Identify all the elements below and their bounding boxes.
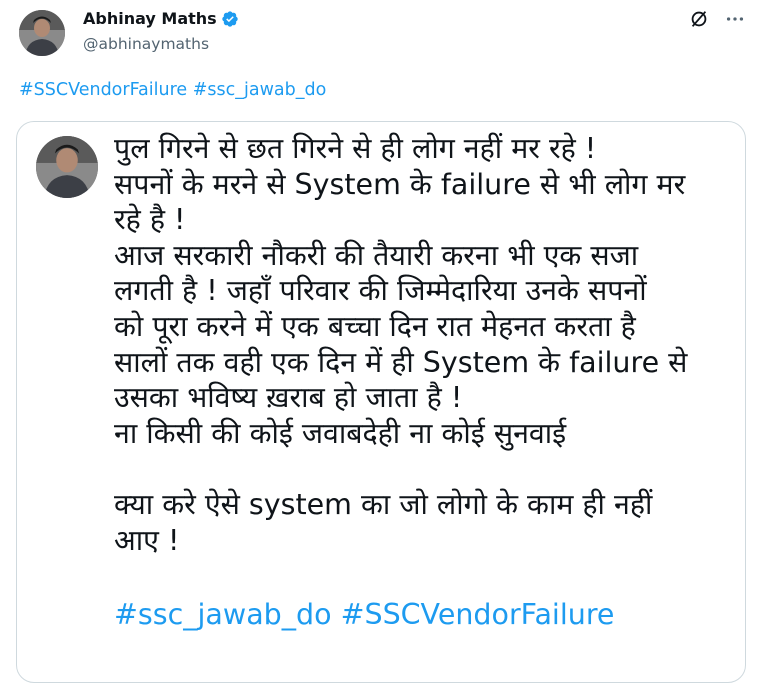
quoted-post-hashtags: #ssc_jawab_do #SSCVendorFailure bbox=[114, 597, 614, 633]
avatar-image bbox=[19, 10, 65, 56]
author-avatar[interactable] bbox=[19, 10, 65, 56]
quote-line: क्या करे ऐसे system का जो लोगो के काम ही… bbox=[114, 487, 653, 521]
hashtag-link[interactable]: #ssc_jawab_do bbox=[114, 598, 332, 631]
grok-icon[interactable] bbox=[688, 8, 710, 30]
avatar-image bbox=[36, 136, 98, 198]
quote-line: पुल गिरने से छत गिरने से ही लोग नहीं मर … bbox=[114, 132, 597, 165]
quoted-author-avatar[interactable] bbox=[36, 136, 98, 198]
hashtag-link[interactable]: #SSCVendorFailure bbox=[341, 598, 615, 631]
hashtag-link[interactable]: #ssc_jawab_do bbox=[193, 80, 327, 100]
quote-line: उसका भविष्य ख़राब हो जाता है ! bbox=[114, 381, 463, 415]
quote-line: रहे है ! bbox=[114, 203, 186, 237]
post-hashtags: #SSCVendorFailure #ssc_jawab_do bbox=[19, 80, 326, 100]
author-name[interactable]: Abhinay Maths bbox=[83, 9, 217, 28]
author-name-row[interactable]: Abhinay Maths bbox=[83, 9, 239, 28]
hashtag-link[interactable]: #SSCVendorFailure bbox=[19, 80, 187, 100]
quoted-post-card[interactable]: पुल गिरने से छत गिरने से ही लोग नहीं मर … bbox=[16, 121, 746, 683]
quote-line: सपनों के मरने से System के failure से भी… bbox=[114, 167, 686, 201]
quote-line: आए ! bbox=[114, 523, 180, 557]
more-options-icon[interactable] bbox=[724, 8, 746, 30]
quote-line: सालों तक वही एक दिन में ही System के fai… bbox=[114, 345, 688, 379]
quote-line: को पूरा करने में एक बच्चा दिन रात मेहनत … bbox=[114, 309, 636, 343]
author-handle[interactable]: @abhinaymaths bbox=[83, 35, 209, 53]
verified-badge-icon bbox=[222, 10, 238, 27]
quote-line: ना किसी की कोई जवाबदेही ना कोई सुनवाई bbox=[114, 416, 567, 450]
quote-line: आज सरकारी नौकरी की तैयारी करना भी एक सजा bbox=[114, 238, 639, 272]
quote-line: लगती है ! जहाँ परिवार की जिम्मेदारिया उन… bbox=[114, 274, 647, 308]
header-actions bbox=[688, 8, 746, 30]
quoted-post-text: पुल गिरने से छत गिरने से ही लोग नहीं मर … bbox=[114, 131, 739, 558]
